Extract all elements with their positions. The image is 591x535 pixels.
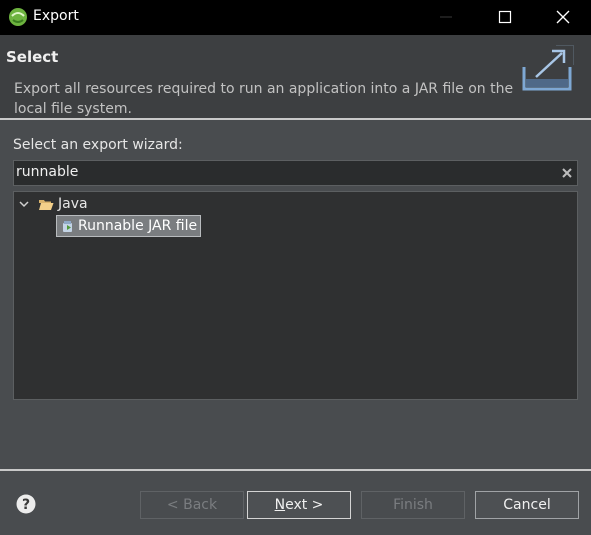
tree-item-label: Java xyxy=(58,196,88,212)
runnable-jar-icon xyxy=(63,221,72,232)
finish-button[interactable]: Finish xyxy=(361,491,465,519)
back-button[interactable]: < Back xyxy=(140,491,244,519)
next-mnemonic: N xyxy=(274,497,286,513)
wizard-header: Select Export all resources required to … xyxy=(0,35,591,119)
help-icon[interactable]: ? xyxy=(16,494,36,514)
page-description: Export all resources required to run an … xyxy=(14,81,514,117)
close-button[interactable] xyxy=(540,0,586,35)
cancel-button[interactable]: Cancel xyxy=(475,491,579,519)
wizard-tree[interactable]: Java Runnable JAR file xyxy=(13,191,578,400)
svg-text:?: ? xyxy=(22,497,30,513)
chevron-down-icon[interactable] xyxy=(19,199,29,209)
eclipse-icon xyxy=(9,8,27,26)
minimize-icon xyxy=(440,16,452,18)
window-title: Export xyxy=(33,8,79,24)
title-bar: Export xyxy=(0,0,591,35)
next-button[interactable]: Next > xyxy=(247,491,351,519)
wizard-prompt-label: Select an export wizard: xyxy=(13,137,183,153)
footer-divider xyxy=(0,469,591,471)
next-label: ext > xyxy=(285,497,324,513)
tree-item-label: Runnable JAR file xyxy=(78,218,198,234)
close-icon xyxy=(556,10,570,24)
tree-item-runnable-jar[interactable]: Runnable JAR file xyxy=(56,215,201,237)
header-divider xyxy=(0,118,591,120)
tree-item-java[interactable]: Java xyxy=(14,193,575,215)
filter-input[interactable]: runnable xyxy=(13,160,578,186)
page-title: Select xyxy=(6,48,59,66)
maximize-icon xyxy=(498,10,512,24)
clear-icon[interactable] xyxy=(560,166,574,180)
maximize-button[interactable] xyxy=(482,0,528,35)
export-wizard-icon xyxy=(522,45,574,91)
minimize-button[interactable] xyxy=(423,0,469,35)
open-folder-icon xyxy=(39,200,54,210)
filter-input-value[interactable]: runnable xyxy=(16,164,78,180)
